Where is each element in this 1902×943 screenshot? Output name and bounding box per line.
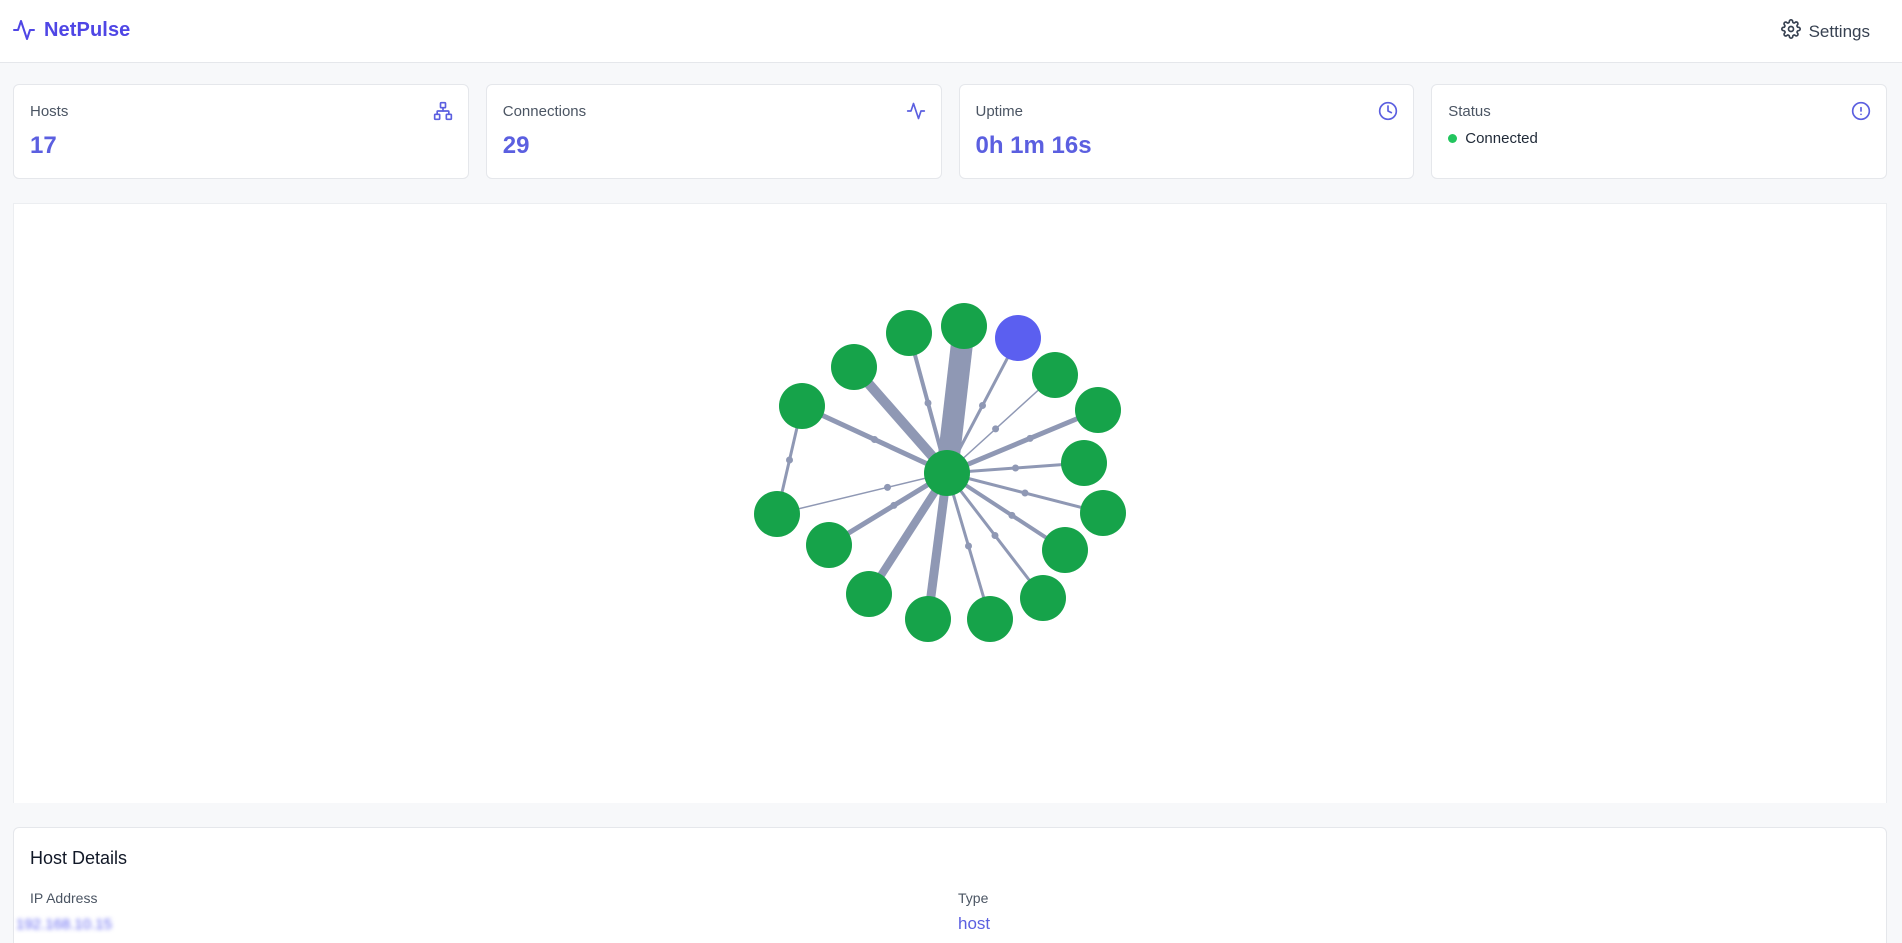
ip-address-value: 192.168.10.15 <box>16 916 112 933</box>
host-details-title: Host Details <box>30 848 128 868</box>
traffic-dot <box>965 542 972 550</box>
settings-button[interactable]: Settings <box>1780 19 1870 44</box>
traffic-dot <box>1008 511 1016 519</box>
app-name: NetPulse <box>44 18 131 41</box>
host-node[interactable] <box>754 491 800 537</box>
host-node[interactable] <box>806 522 852 568</box>
traffic-dot <box>992 425 1000 433</box>
traffic-dot <box>979 402 986 409</box>
status-indicator: Connected <box>1448 130 1870 147</box>
traffic-dot <box>884 483 891 491</box>
traffic-dot <box>1021 489 1029 497</box>
brand[interactable]: NetPulse <box>12 18 130 42</box>
type-value: host <box>958 914 991 933</box>
stat-title: Hosts <box>30 103 69 120</box>
host-node[interactable] <box>967 596 1013 642</box>
host-node[interactable] <box>1032 352 1078 398</box>
status-text: Connected <box>1465 130 1538 147</box>
traffic-dot <box>900 536 908 544</box>
stat-card-status: Status Connected <box>1431 84 1887 179</box>
traffic-dot <box>890 501 898 509</box>
stat-value: 29 <box>502 132 530 159</box>
stats-row: Hosts 17 Connections 29 Uptime 0h 1m 16s <box>13 84 1887 179</box>
host-node[interactable] <box>1061 440 1107 486</box>
host-details-panel: Host Details IP Address Type host <box>13 827 1887 943</box>
traffic-dot <box>932 557 940 565</box>
traffic-dot <box>871 436 878 443</box>
stat-value: 0h 1m 16s <box>975 132 1092 159</box>
stat-title: Uptime <box>975 103 1024 120</box>
status-dot <box>1448 134 1458 143</box>
traffic-dot <box>1012 464 1019 472</box>
host-node[interactable] <box>1080 490 1126 536</box>
stat-title: Status <box>1448 103 1491 120</box>
activity-pulse-icon <box>12 18 36 42</box>
stat-title: Connections <box>502 103 587 120</box>
alert-circle-icon <box>1851 101 1871 126</box>
host-node[interactable] <box>995 315 1041 361</box>
host-node[interactable] <box>886 310 932 356</box>
host-node[interactable] <box>941 303 987 349</box>
type-label: Type <box>958 890 989 906</box>
stat-card-hosts: Hosts 17 <box>13 84 469 179</box>
traffic-dot <box>991 532 999 539</box>
network-graph[interactable] <box>14 204 1888 804</box>
host-node[interactable] <box>846 571 892 617</box>
host-node[interactable] <box>1042 527 1088 573</box>
network-tree-icon <box>433 101 453 126</box>
stat-card-uptime: Uptime 0h 1m 16s <box>958 84 1415 179</box>
host-node[interactable] <box>1075 387 1121 433</box>
host-node[interactable] <box>779 383 825 429</box>
top-navbar: NetPulse Settings <box>0 0 1902 63</box>
host-node[interactable] <box>1020 575 1066 621</box>
host-node[interactable] <box>905 596 951 642</box>
gear-icon <box>1780 19 1801 44</box>
clock-icon <box>1378 101 1398 126</box>
stat-value: 17 <box>30 132 57 159</box>
settings-label: Settings <box>1808 21 1870 41</box>
traffic-dot <box>786 456 793 464</box>
stat-card-connections: Connections 29 <box>485 84 942 179</box>
ip-address-label: IP Address <box>30 890 98 906</box>
host-node[interactable] <box>831 344 877 390</box>
traffic-dot <box>887 405 895 413</box>
hub-node[interactable] <box>924 450 970 496</box>
network-graph-panel[interactable] <box>13 203 1887 803</box>
traffic-dot <box>924 399 932 407</box>
traffic-dot <box>1026 434 1034 442</box>
activity-pulse-icon <box>906 101 926 126</box>
